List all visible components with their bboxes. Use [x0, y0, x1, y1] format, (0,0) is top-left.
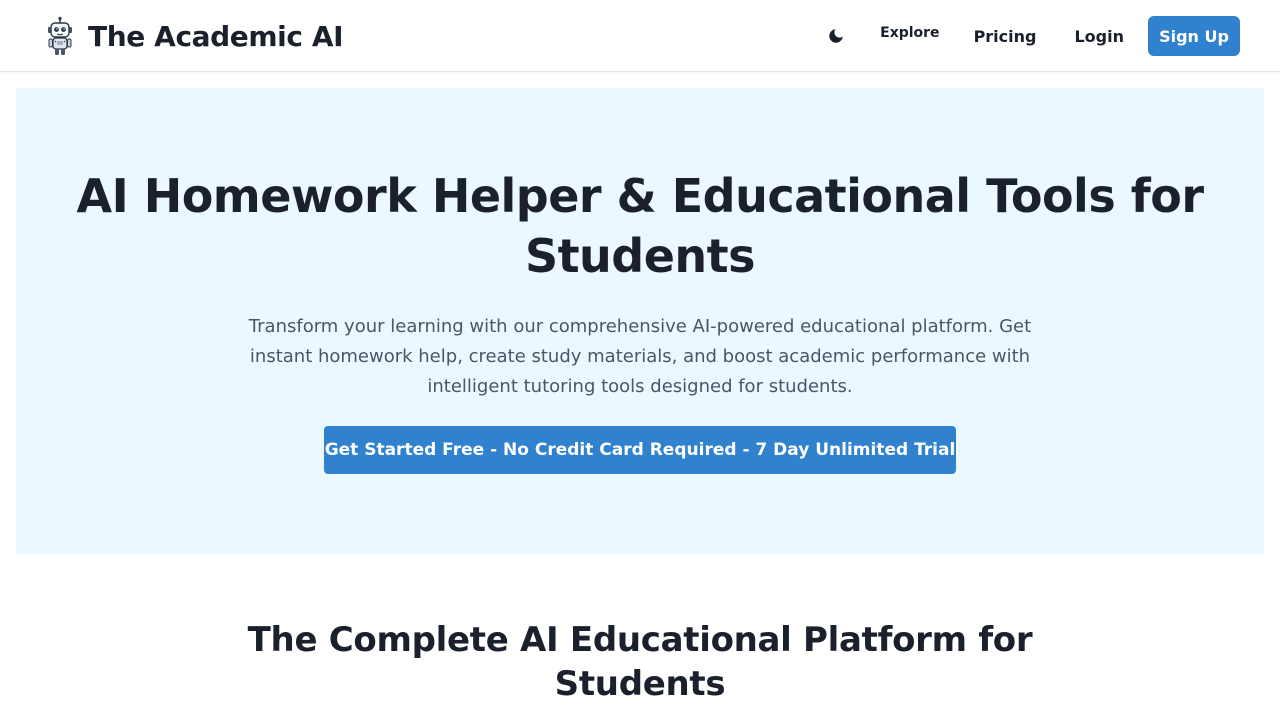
- signup-button[interactable]: Sign Up: [1148, 16, 1240, 56]
- section-title: The Complete AI Educational Platform for…: [247, 620, 1033, 704]
- moon-icon: [829, 29, 843, 43]
- brand[interactable]: The Academic AI: [44, 14, 344, 58]
- get-started-button[interactable]: Get Started Free - No Credit Card Requir…: [324, 426, 956, 474]
- nav-explore-link[interactable]: Explore: [880, 25, 939, 41]
- site-header: The Academic AI Explore Pricing Login Si…: [0, 0, 1280, 72]
- robot-icon: [48, 16, 72, 55]
- hero-title: AI Homework Helper & Educational Tools f…: [76, 169, 1204, 283]
- brand-title[interactable]: The Academic AI: [88, 20, 344, 53]
- theme-toggle-button[interactable]: [822, 22, 850, 50]
- main-nav: Explore Pricing Login Sign Up: [822, 16, 1240, 56]
- nav-login-link[interactable]: Login: [1074, 27, 1124, 46]
- hero-subtitle: Transform your learning with our compreh…: [248, 316, 1032, 397]
- hero-section: AI Homework Helper & Educational Tools f…: [16, 88, 1264, 554]
- nav-pricing-link[interactable]: Pricing: [974, 27, 1037, 46]
